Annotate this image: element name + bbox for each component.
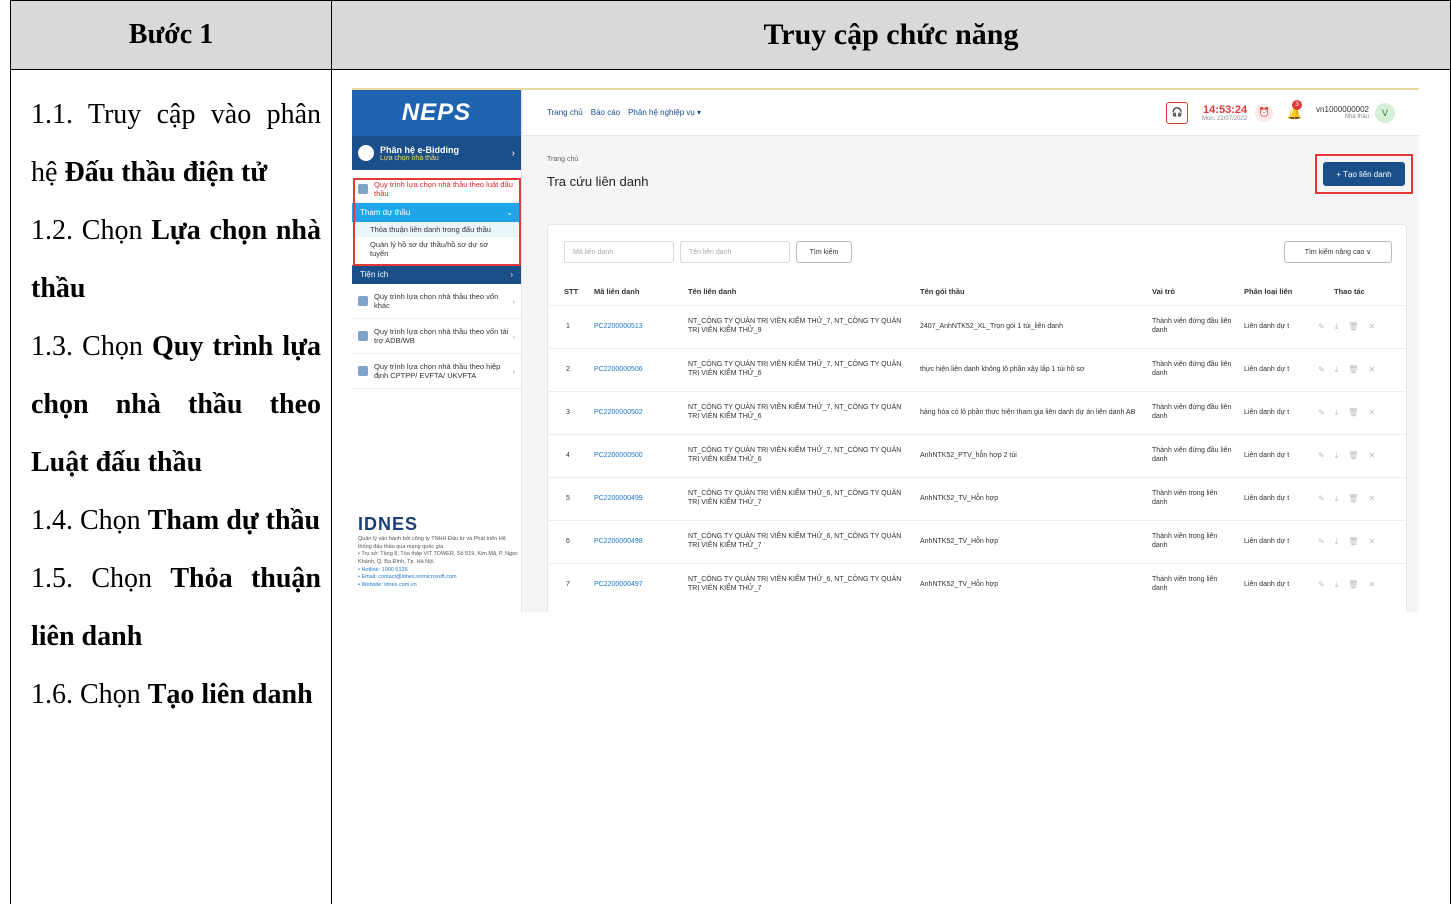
module-icon <box>358 145 374 161</box>
app-screenshot: NEPS Phân hệ e-Bidding Lựa chọn nhà thầu … <box>352 88 1419 612</box>
headset-icon[interactable]: 🎧 <box>1166 101 1189 124</box>
table-row[interactable]: 5 PC2200000499 NT_CÔNG TY QUẢN TRỊ VIÊN … <box>548 477 1406 520</box>
step-list: 1.1. Truy cập vào phân hệ Đấu thầu điện … <box>31 86 321 724</box>
column-divider <box>331 0 332 904</box>
top-navbar: Trang chủ Báo cáo Phân hệ nghiệp vụ ▾ 🎧 … <box>523 90 1419 136</box>
chevron-right-icon: › <box>512 366 516 376</box>
row-actions[interactable]: ✎⤓🗑✕ <box>1318 494 1385 504</box>
table-row[interactable]: 2 PC2200000506 NT_CÔNG TY QUẢN TRỊ VIÊN … <box>548 348 1406 391</box>
row-actions[interactable]: ✎⤓🗑✕ <box>1318 451 1385 461</box>
chevron-right-icon: › <box>512 296 516 306</box>
table-row[interactable]: 6 PC2200000498 NT_CÔNG TY QUẢN TRỊ VIÊN … <box>548 520 1406 563</box>
step-item: 1.4. Chọn Tham dự thầu <box>31 505 321 536</box>
col-role[interactable]: Vai trò <box>1152 287 1175 296</box>
module-title: Phân hệ e-Bidding <box>380 144 460 155</box>
advanced-search-button[interactable]: Tìm kiếm nâng cao ∨ <box>1284 241 1392 263</box>
document-icon <box>358 296 368 306</box>
document-icon <box>358 366 368 376</box>
module-subtitle: Lựa chọn nhà thầu <box>380 154 439 162</box>
table-row[interactable]: 1 PC2200000513 NT_CÔNG TY QUẢN TRỊ VIÊN … <box>548 305 1406 348</box>
sidebar: NEPS Phân hệ e-Bidding Lựa chọn nhà thầu … <box>352 90 522 612</box>
col-code[interactable]: Mã liên danh <box>594 287 639 296</box>
highlight-box-create <box>1315 154 1413 194</box>
chevron-right-icon: › <box>510 270 513 279</box>
clock: 14:53:24 Mon, 22/07/2022 <box>1202 103 1248 122</box>
topbar-right: 🎧 14:53:24 Mon, 22/07/2022 ⏰ 🔔 3 vn1000000… <box>1166 99 1395 124</box>
chevron-right-icon: › <box>512 331 516 341</box>
code-input[interactable]: Mã liên danh <box>564 241 674 263</box>
menu-item-von-khac[interactable]: Quy trình lựa chọn nhà thầu theo vốn khá… <box>352 284 521 319</box>
search-card: Mã liên danh Tên liên danh Tìm kiếm Tìm … <box>547 224 1407 612</box>
user-info[interactable]: vn1000000002 Nhà thầu <box>1316 105 1369 120</box>
breadcrumb[interactable]: Trang chủ <box>547 156 578 163</box>
main-content: Trang chủ Tra cứu liên danh + Tạo liên d… <box>523 136 1419 612</box>
col-name[interactable]: Tên liên danh <box>688 287 736 296</box>
step-item: 1.6. Chọn Tạo liên danh <box>31 679 313 710</box>
bell-icon[interactable]: 🔔 3 <box>1287 99 1303 120</box>
menu-item-adb-wb[interactable]: Quy trình lựa chọn nhà thầu theo vốn tài… <box>352 319 521 354</box>
step-item: 1.3. Chọn Quy trình lựa chọn nhà thầu th… <box>31 331 321 478</box>
chevron-right-icon: › <box>511 147 515 159</box>
table-row[interactable]: 7 PC2200000497 NT_CÔNG TY QUẢN TRỊ VIÊN … <box>548 563 1406 606</box>
step-item: 1.2. Chọn Lựa chọn nhà thầu <box>31 215 321 304</box>
col-type: Phân loại liên <box>1244 287 1293 297</box>
nav-trang-chu[interactable]: Trang chủ <box>547 108 583 117</box>
menu-bar-tien-ich[interactable]: Tiện ích › <box>352 265 521 284</box>
module-selector[interactable]: Phân hệ e-Bidding Lựa chọn nhà thầu › <box>352 136 521 170</box>
table-header: STT Mã liên danh Tên liên danh Tên gói t… <box>548 279 1406 305</box>
menu-item-cptpp[interactable]: Quy trình lựa chọn nhà thầu theo hiệp đị… <box>352 354 521 389</box>
step-item: 1.5. Chọn Thỏa thuận liên danh <box>31 563 321 652</box>
search-button[interactable]: Tìm kiếm <box>796 241 852 263</box>
table-row[interactable]: 3 PC2200000502 NT_CÔNG TY QUẢN TRỊ VIÊN … <box>548 391 1406 434</box>
nav-phan-he[interactable]: Phân hệ nghiệp vụ ▾ <box>628 108 701 117</box>
neps-logo[interactable]: NEPS <box>352 90 521 136</box>
step-header: Bước 1 <box>128 19 214 50</box>
page-title: Tra cứu liên danh <box>547 174 649 189</box>
row-actions[interactable]: ✎⤓🗑✕ <box>1318 580 1385 590</box>
col-actions: Thao tác <box>1334 287 1365 297</box>
row-actions[interactable]: ✎⤓🗑✕ <box>1318 408 1385 418</box>
highlight-box-menu <box>353 178 521 266</box>
idnes-logo: IDNES <box>358 514 419 534</box>
row-actions[interactable]: ✎⤓🗑✕ <box>1318 365 1385 375</box>
col-package[interactable]: Tên gói thầu <box>920 287 965 296</box>
name-input[interactable]: Tên liên danh <box>680 241 790 263</box>
row-actions[interactable]: ✎⤓🗑✕ <box>1318 322 1385 332</box>
notification-badge: 3 <box>1292 99 1303 110</box>
col-stt: STT <box>564 287 579 297</box>
table-row[interactable]: 4 PC2200000500 NT_CÔNG TY QUẢN TRỊ VIÊN … <box>548 434 1406 477</box>
row-actions[interactable]: ✎⤓🗑✕ <box>1318 537 1385 547</box>
alarm-icon[interactable]: ⏰ <box>1255 103 1274 122</box>
nav-bao-cao[interactable]: Báo cáo <box>591 108 620 117</box>
footer-info: Quản lý vận hành bởi công ty TNHH Đầu tư… <box>358 536 518 589</box>
avatar[interactable]: V <box>1375 102 1395 123</box>
document-icon <box>358 331 368 341</box>
action-header: Truy cập chức năng <box>763 18 1019 51</box>
step-item: 1.1. Truy cập vào phân hệ Đấu thầu điện … <box>31 99 321 188</box>
